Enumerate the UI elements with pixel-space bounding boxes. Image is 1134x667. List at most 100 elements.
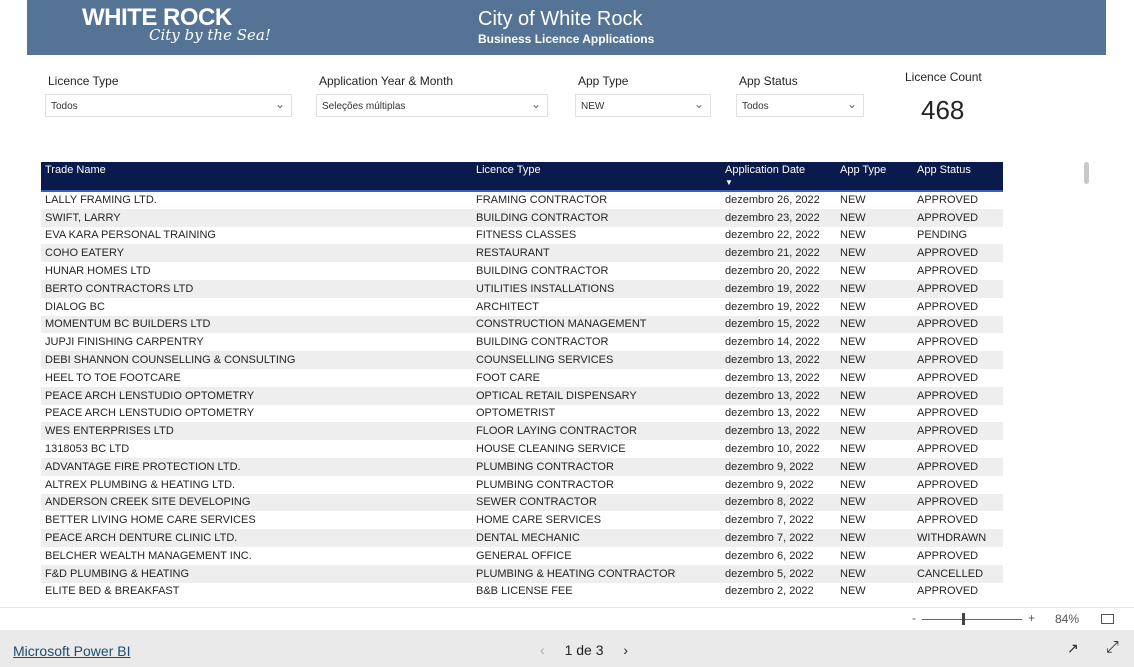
table-cell: BERTO CONTRACTORS LTD xyxy=(41,279,472,298)
table-cell: APPROVED xyxy=(913,493,1003,512)
table-cell: HUNAR HOMES LTD xyxy=(45,265,151,278)
col-application-date[interactable]: Application Date ▼ xyxy=(721,162,836,192)
table-cell: COHO EATERY xyxy=(41,244,472,263)
table-cell: ELITE BED & BREAKFAST xyxy=(45,585,180,598)
table-cell: APPROVED xyxy=(917,300,979,313)
table-cell: APPROVED xyxy=(917,549,979,562)
table-cell: dezembro 15, 2022 xyxy=(721,315,836,334)
fullscreen-icon[interactable]: ⤢ xyxy=(1106,639,1119,657)
table-cell: 1318053 BC LTD xyxy=(45,443,130,456)
table-row[interactable]: PEACE ARCH DENTURE CLINIC LTD. DENTAL MEC… xyxy=(41,529,1003,547)
table-row[interactable]: SWIFT, LARRY BUILDING CONTRACTOR dezembro … xyxy=(41,208,1003,227)
table-cell: NEW xyxy=(836,493,913,512)
table-cell: APPROVED xyxy=(917,265,979,278)
chevron-down-icon: ⌄ xyxy=(274,97,285,111)
page-indicator: 1 de 3 xyxy=(564,642,604,658)
table-row[interactable]: DIALOG BC ARCHITECT dezembro 19, 2022 NEW AP… xyxy=(41,298,1003,316)
licence-count-label: Licence Count xyxy=(905,70,982,84)
table-row[interactable]: BERTO CONTRACTORS LTD UTILITIES INSTALLAT… xyxy=(41,279,1003,298)
app-type-dropdown[interactable]: NEW ⌄ xyxy=(575,94,711,117)
col-app-type[interactable]: App Type xyxy=(836,162,913,192)
table-cell: APPROVED xyxy=(913,422,1003,441)
table-cell: ANDERSON CREEK SITE DEVELOPING xyxy=(41,493,472,512)
col-label: Application Date xyxy=(725,164,806,176)
chevron-down-icon: ⌄ xyxy=(846,97,857,111)
table-cell: dezembro 23, 2022 xyxy=(721,208,836,227)
table-cell: FOOT CARE xyxy=(476,371,540,384)
table-row[interactable]: ANDERSON CREEK SITE DEVELOPING SEWER CONT… xyxy=(41,493,1003,512)
table-row[interactable]: HEEL TO TOE FOOTCARE FOOT CARE dezembro 13… xyxy=(41,369,1003,387)
table-cell: PEACE ARCH LENSTUDIO OPTOMETRY xyxy=(41,386,472,405)
table-cell: WES ENTERPRISES LTD xyxy=(41,422,472,441)
fit-to-page-icon[interactable] xyxy=(1101,614,1114,624)
table-row[interactable]: DEBI SHANNON COUNSELLING & CONSULTING COU… xyxy=(41,351,1003,369)
share-icon[interactable]: ↗ xyxy=(1067,640,1079,657)
licence-count-value: 468 xyxy=(921,95,965,125)
table-row[interactable]: WES ENTERPRISES LTD FLOOR LAYING CONTRACT… xyxy=(41,422,1003,441)
table-cell: dezembro 8, 2022 xyxy=(721,493,836,512)
table-cell: WITHDRAWN xyxy=(913,529,1003,547)
filter-label-licence-type: Licence Type xyxy=(48,74,119,88)
table-row[interactable]: ALTREX PLUMBING & HEATING LTD. PLUMBING C… xyxy=(41,476,1003,494)
table-cell: dezembro 13, 2022 xyxy=(725,407,820,420)
zoom-out-button[interactable]: - xyxy=(912,611,916,625)
table-cell: BETTER LIVING HOME CARE SERVICES xyxy=(45,514,256,527)
dropdown-value: Todos xyxy=(742,101,769,112)
table-row[interactable]: F&D PLUMBING & HEATING PLUMBING & HEATING… xyxy=(41,564,1003,583)
table-row[interactable]: 1318053 BC LTD HOUSE CLEANING SERVICE deze… xyxy=(41,440,1003,458)
table-row[interactable]: ADVANTAGE FIRE PROTECTION LTD. PLUMBING C… xyxy=(41,457,1003,476)
table-cell: APPROVED xyxy=(913,208,1003,227)
table-row[interactable]: PEACE ARCH LENSTUDIO OPTOMETRY OPTICAL RE… xyxy=(41,386,1003,405)
table-row[interactable]: EVA KARA PERSONAL TRAINING FITNESS CLASSE… xyxy=(41,227,1003,245)
col-app-status[interactable]: App Status xyxy=(913,162,1003,192)
table-cell: dezembro 9, 2022 xyxy=(725,478,814,491)
table-row[interactable]: BETTER LIVING HOME CARE SERVICES HOME CAR… xyxy=(41,511,1003,529)
table-row[interactable]: LALLY FRAMING LTD. FRAMING CONTRACTOR deze… xyxy=(41,191,1003,209)
table-cell: dezembro 5, 2022 xyxy=(721,564,836,583)
licence-type-dropdown[interactable]: Todos ⌄ xyxy=(45,94,292,117)
table-scrollbar[interactable] xyxy=(1084,162,1089,184)
table-cell: NEW xyxy=(836,279,913,298)
table-row[interactable]: HUNAR HOMES LTD BUILDING CONTRACTOR dezemb… xyxy=(41,262,1003,280)
zoom-slider[interactable] xyxy=(922,619,1022,620)
table-cell: ADVANTAGE FIRE PROTECTION LTD. xyxy=(41,457,472,476)
table-cell: dezembro 13, 2022 xyxy=(725,371,820,384)
app-status-dropdown[interactable]: Todos ⌄ xyxy=(736,94,864,117)
table-row[interactable]: COHO EATERY RESTAURANT dezembro 21, 2022 NE… xyxy=(41,244,1003,263)
licence-table: Trade Name Licence Type Application Date… xyxy=(41,162,1003,600)
table-cell: NEW xyxy=(836,208,913,227)
table-row[interactable]: JUPJI FINISHING CARPENTRY BUILDING CONTRA… xyxy=(41,333,1003,351)
table-cell: NEW xyxy=(836,244,913,263)
dropdown-value: Todos xyxy=(51,101,78,112)
next-page-button[interactable]: › xyxy=(623,642,628,658)
table-cell: NEW xyxy=(840,265,866,278)
table-cell: UTILITIES INSTALLATIONS xyxy=(472,279,721,298)
table-row[interactable]: BELCHER WEALTH MANAGEMENT INC. GENERAL OF… xyxy=(41,547,1003,565)
header-banner: WHITE ROCK City by the Sea! City of Whit… xyxy=(27,0,1106,55)
table-cell: DIALOG BC xyxy=(45,300,105,313)
table-cell: SWIFT, LARRY xyxy=(41,208,472,227)
filter-label-app-year-month: Application Year & Month xyxy=(319,74,454,88)
table-cell: BELCHER WEALTH MANAGEMENT INC. xyxy=(45,549,252,562)
app-year-month-dropdown[interactable]: Seleções múltiplas ⌄ xyxy=(316,94,548,117)
col-licence-type[interactable]: Licence Type xyxy=(472,162,721,192)
table-cell: dezembro 14, 2022 xyxy=(725,336,820,349)
table-cell: NEW xyxy=(836,315,913,334)
zoom-in-button[interactable]: + xyxy=(1028,611,1035,625)
table-cell: NEW xyxy=(836,564,913,583)
table-cell: dezembro 26, 2022 xyxy=(725,194,820,207)
table-row[interactable]: PEACE ARCH LENSTUDIO OPTOMETRY OPTOMETRIS… xyxy=(41,405,1003,423)
table-cell: NEW xyxy=(836,386,913,405)
table-cell: PEACE ARCH LENSTUDIO OPTOMETRY xyxy=(45,407,255,420)
table-row[interactable]: MOMENTUM BC BUILDERS LTD CONSTRUCTION MAN… xyxy=(41,315,1003,334)
zoom-slider-handle[interactable] xyxy=(962,613,965,625)
table-row[interactable]: ELITE BED & BREAKFAST B&B LICENSE FEE deze… xyxy=(41,583,1003,601)
table-cell: APPROVED xyxy=(917,585,979,598)
table-cell: DEBI SHANNON COUNSELLING & CONSULTING xyxy=(41,351,472,369)
table-cell: APPROVED xyxy=(917,194,979,207)
table-cell: NEW xyxy=(836,422,913,441)
pagination: ‹ 1 de 3 › xyxy=(540,642,628,658)
power-bi-link[interactable]: Microsoft Power BI xyxy=(13,643,130,659)
prev-page-button[interactable]: ‹ xyxy=(540,642,545,658)
col-trade-name[interactable]: Trade Name xyxy=(41,162,472,192)
